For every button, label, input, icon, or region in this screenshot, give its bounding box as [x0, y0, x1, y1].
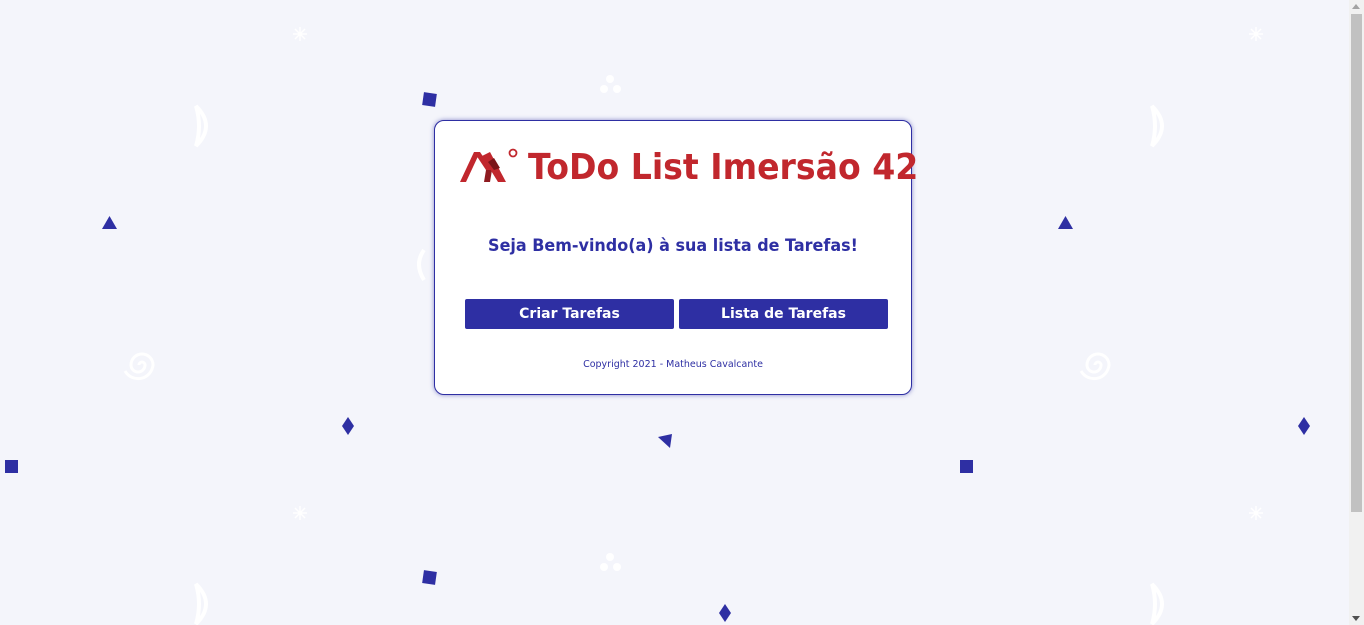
crescent-shape-icon	[414, 248, 428, 282]
square-shape-icon	[422, 92, 437, 107]
spiral-shape-icon	[122, 345, 162, 385]
square-shape-icon	[422, 570, 437, 585]
dots-shape-icon	[598, 552, 624, 574]
diamond-shape-icon	[341, 416, 355, 436]
welcome-message: Seja Bem-vindo(a) à sua lista de Tarefas…	[488, 236, 858, 256]
triangle-shape-icon	[657, 433, 674, 449]
welcome-card: ToDo List Imersão 42 Seja Bem-vindo(a) à…	[434, 120, 918, 395]
crescent-shape-icon	[1146, 102, 1176, 150]
scrollbar-thumb[interactable]	[1351, 14, 1362, 512]
sparkle-shape-icon	[292, 505, 308, 521]
scroll-up-icon[interactable]	[1352, 4, 1360, 9]
sparkle-shape-icon	[1248, 26, 1264, 42]
diamond-shape-icon	[1297, 416, 1311, 436]
spiral-shape-icon	[1078, 345, 1118, 385]
create-tasks-button[interactable]: Criar Tarefas	[465, 299, 674, 329]
mountain-logo-icon	[460, 148, 518, 188]
action-buttons: Criar Tarefas Lista de Tarefas	[465, 299, 888, 329]
app-title: ToDo List Imersão 42	[528, 147, 919, 188]
square-shape-icon	[4, 459, 19, 474]
crescent-shape-icon	[190, 102, 220, 150]
dots-shape-icon	[598, 74, 624, 96]
diamond-shape-icon	[718, 603, 732, 623]
scroll-down-icon[interactable]	[1352, 616, 1360, 621]
vertical-scrollbar[interactable]	[1349, 0, 1364, 625]
task-list-button[interactable]: Lista de Tarefas	[679, 299, 888, 329]
triangle-shape-icon	[1057, 215, 1074, 230]
brand-header: ToDo List Imersão 42	[460, 147, 952, 188]
crescent-shape-icon	[190, 580, 220, 625]
triangle-shape-icon	[101, 215, 118, 230]
square-shape-icon	[959, 459, 974, 474]
sparkle-shape-icon	[292, 26, 308, 42]
sparkle-shape-icon	[1248, 505, 1264, 521]
page: ToDo List Imersão 42 Seja Bem-vindo(a) à…	[0, 0, 1349, 625]
crescent-shape-icon	[1146, 580, 1176, 625]
copyright-text: Copyright 2021 - Matheus Cavalcante	[583, 359, 763, 370]
